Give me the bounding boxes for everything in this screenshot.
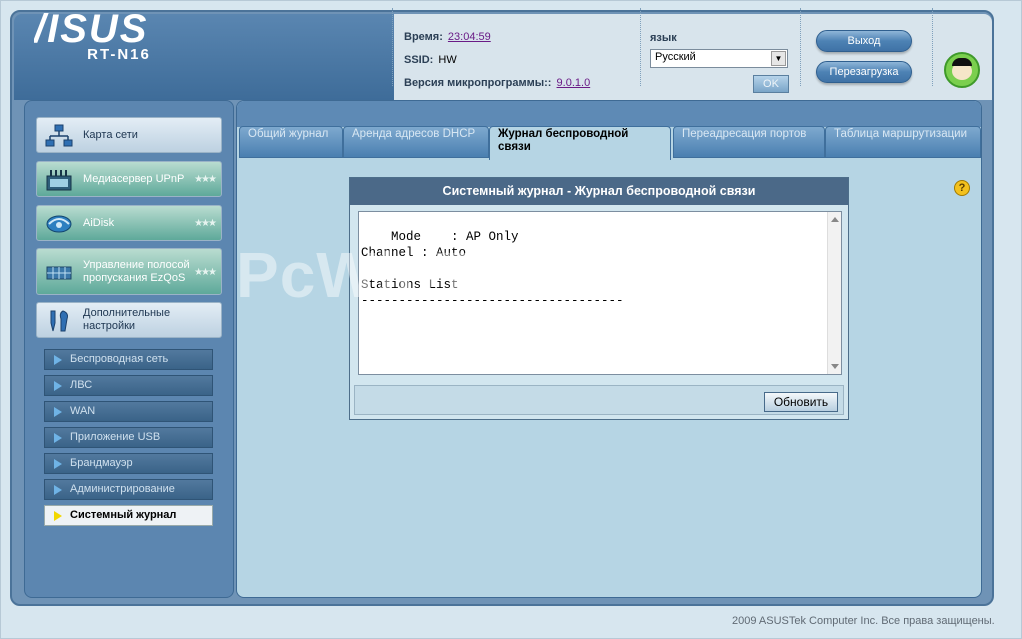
log-scrollbar[interactable] bbox=[827, 212, 841, 374]
sidebar-subitem-usb-app[interactable]: Приложение USB bbox=[44, 427, 213, 448]
panel-title: Системный журнал - Журнал беспроводной с… bbox=[350, 178, 848, 205]
subitem-label: Приложение USB bbox=[70, 431, 161, 443]
sidebar-item-label: Медиасервер UPnP bbox=[83, 172, 185, 185]
triangle-right-icon bbox=[54, 407, 62, 417]
sidebar-item-label: AiDisk bbox=[83, 216, 115, 229]
triangle-right-icon bbox=[54, 485, 62, 495]
stars-icon: ★★★ bbox=[194, 174, 217, 185]
tab-label: Журнал беспроводной связи bbox=[498, 128, 629, 153]
sidebar-item-label: Управление полосой пропускания EzQoS bbox=[83, 258, 190, 284]
sidebar-subitem-wan[interactable]: WAN bbox=[44, 401, 213, 422]
sidebar-item-advanced-settings[interactable]: Дополнительные настройки bbox=[36, 302, 222, 338]
refresh-button[interactable]: Обновить bbox=[764, 392, 838, 412]
header-divider bbox=[800, 8, 801, 86]
subitem-label: Администрирование bbox=[70, 483, 175, 495]
aidisk-icon bbox=[46, 215, 72, 233]
logout-button[interactable]: Выход bbox=[816, 30, 912, 52]
triangle-right-icon bbox=[54, 381, 62, 391]
triangle-right-icon bbox=[54, 433, 62, 443]
watermark: PcWinTech.com bbox=[236, 239, 738, 311]
subitem-label: Системный журнал bbox=[70, 509, 177, 521]
header-divider bbox=[392, 8, 393, 86]
subitem-label: ЛВС bbox=[70, 379, 93, 391]
language-selected: Русский bbox=[655, 51, 696, 63]
asus-logo-icon: /ISUS bbox=[32, 7, 148, 51]
firmware-row: Версия микропрограммы:: 9.0.1.0 bbox=[404, 77, 590, 89]
time-label: Время: bbox=[404, 31, 443, 43]
scroll-up-icon[interactable] bbox=[831, 217, 839, 222]
tab-routing-table[interactable]: Таблица маршрутизации bbox=[825, 126, 981, 158]
main-top-bar bbox=[237, 101, 981, 127]
header-divider bbox=[640, 8, 641, 86]
tab-label: Аренда адресов DHCP bbox=[352, 128, 476, 140]
network-map-icon bbox=[45, 124, 73, 147]
media-server-icon bbox=[46, 170, 72, 191]
ssid-row: SSID: HW bbox=[404, 54, 457, 66]
model-name: RT-N16 bbox=[87, 46, 151, 63]
subitem-label: Брандмауэр bbox=[70, 457, 133, 469]
panel-footer: Обновить bbox=[354, 385, 844, 415]
scroll-down-icon[interactable] bbox=[831, 364, 839, 369]
help-icon[interactable]: ? bbox=[954, 180, 970, 196]
ssid-value: HW bbox=[438, 54, 457, 66]
header-divider bbox=[932, 8, 933, 86]
copyright: 2009 ASUSTek Computer Inc. Все права защ… bbox=[732, 615, 995, 627]
sidebar-subitem-system-log[interactable]: Системный журнал bbox=[44, 505, 213, 526]
tab-label: Таблица маршрутизации bbox=[834, 128, 968, 140]
sidebar-item-label: Дополнительные настройки bbox=[83, 307, 171, 332]
sidebar-item-media-server[interactable]: Медиасервер UPnP ★★★ bbox=[36, 161, 222, 197]
language-label: язык bbox=[650, 32, 677, 44]
firmware-label: Версия микропрограммы:: bbox=[404, 77, 552, 89]
reboot-button[interactable]: Перезагрузка bbox=[816, 61, 912, 83]
mascot-icon bbox=[944, 52, 980, 88]
sidebar-item-ezqos[interactable]: Управление полосой пропускания EzQoS ★★★ bbox=[36, 248, 222, 295]
tab-port-forwarding[interactable]: Переадресация портов bbox=[673, 126, 825, 158]
chevron-down-icon[interactable]: ▼ bbox=[771, 51, 786, 66]
sidebar-item-aidisk[interactable]: AiDisk ★★★ bbox=[36, 205, 222, 241]
asus-logo: /ISUS bbox=[32, 7, 178, 51]
sidebar-subitem-firewall[interactable]: Брандмауэр bbox=[44, 453, 213, 474]
ssid-label: SSID: bbox=[404, 54, 434, 66]
svg-text:/ISUS: /ISUS bbox=[34, 8, 148, 48]
firmware-link[interactable]: 9.0.1.0 bbox=[557, 77, 591, 89]
tab-dhcp-leases[interactable]: Аренда адресов DHCP bbox=[343, 126, 489, 158]
wrench-icon bbox=[50, 310, 68, 332]
sidebar-subitem-lan[interactable]: ЛВС bbox=[44, 375, 213, 396]
triangle-right-icon bbox=[54, 511, 62, 521]
language-select[interactable]: Русский ▼ bbox=[650, 49, 788, 68]
stars-icon: ★★★ bbox=[194, 218, 217, 229]
time-row: Время: 23:04:59 bbox=[404, 31, 491, 43]
triangle-right-icon bbox=[54, 355, 62, 365]
language-ok-button[interactable]: OK bbox=[753, 75, 789, 93]
tab-label: Переадресация портов bbox=[682, 128, 807, 140]
ezqos-icon bbox=[46, 266, 72, 280]
sidebar-subitem-administration[interactable]: Администрирование bbox=[44, 479, 213, 500]
stars-icon: ★★★ bbox=[194, 267, 217, 278]
sidebar-subitem-wireless[interactable]: Беспроводная сеть bbox=[44, 349, 213, 370]
time-link[interactable]: 23:04:59 bbox=[448, 31, 491, 43]
subitem-label: WAN bbox=[70, 405, 96, 417]
sidebar-item-network-map[interactable]: Карта сети bbox=[36, 117, 222, 153]
triangle-right-icon bbox=[54, 459, 62, 469]
subitem-label: Беспроводная сеть bbox=[70, 353, 169, 365]
tab-general-log[interactable]: Общий журнал bbox=[239, 126, 343, 158]
tab-wireless-log[interactable]: Журнал беспроводной связи bbox=[489, 126, 671, 160]
tab-label: Общий журнал bbox=[248, 128, 329, 140]
sidebar-item-label: Карта сети bbox=[83, 128, 138, 141]
